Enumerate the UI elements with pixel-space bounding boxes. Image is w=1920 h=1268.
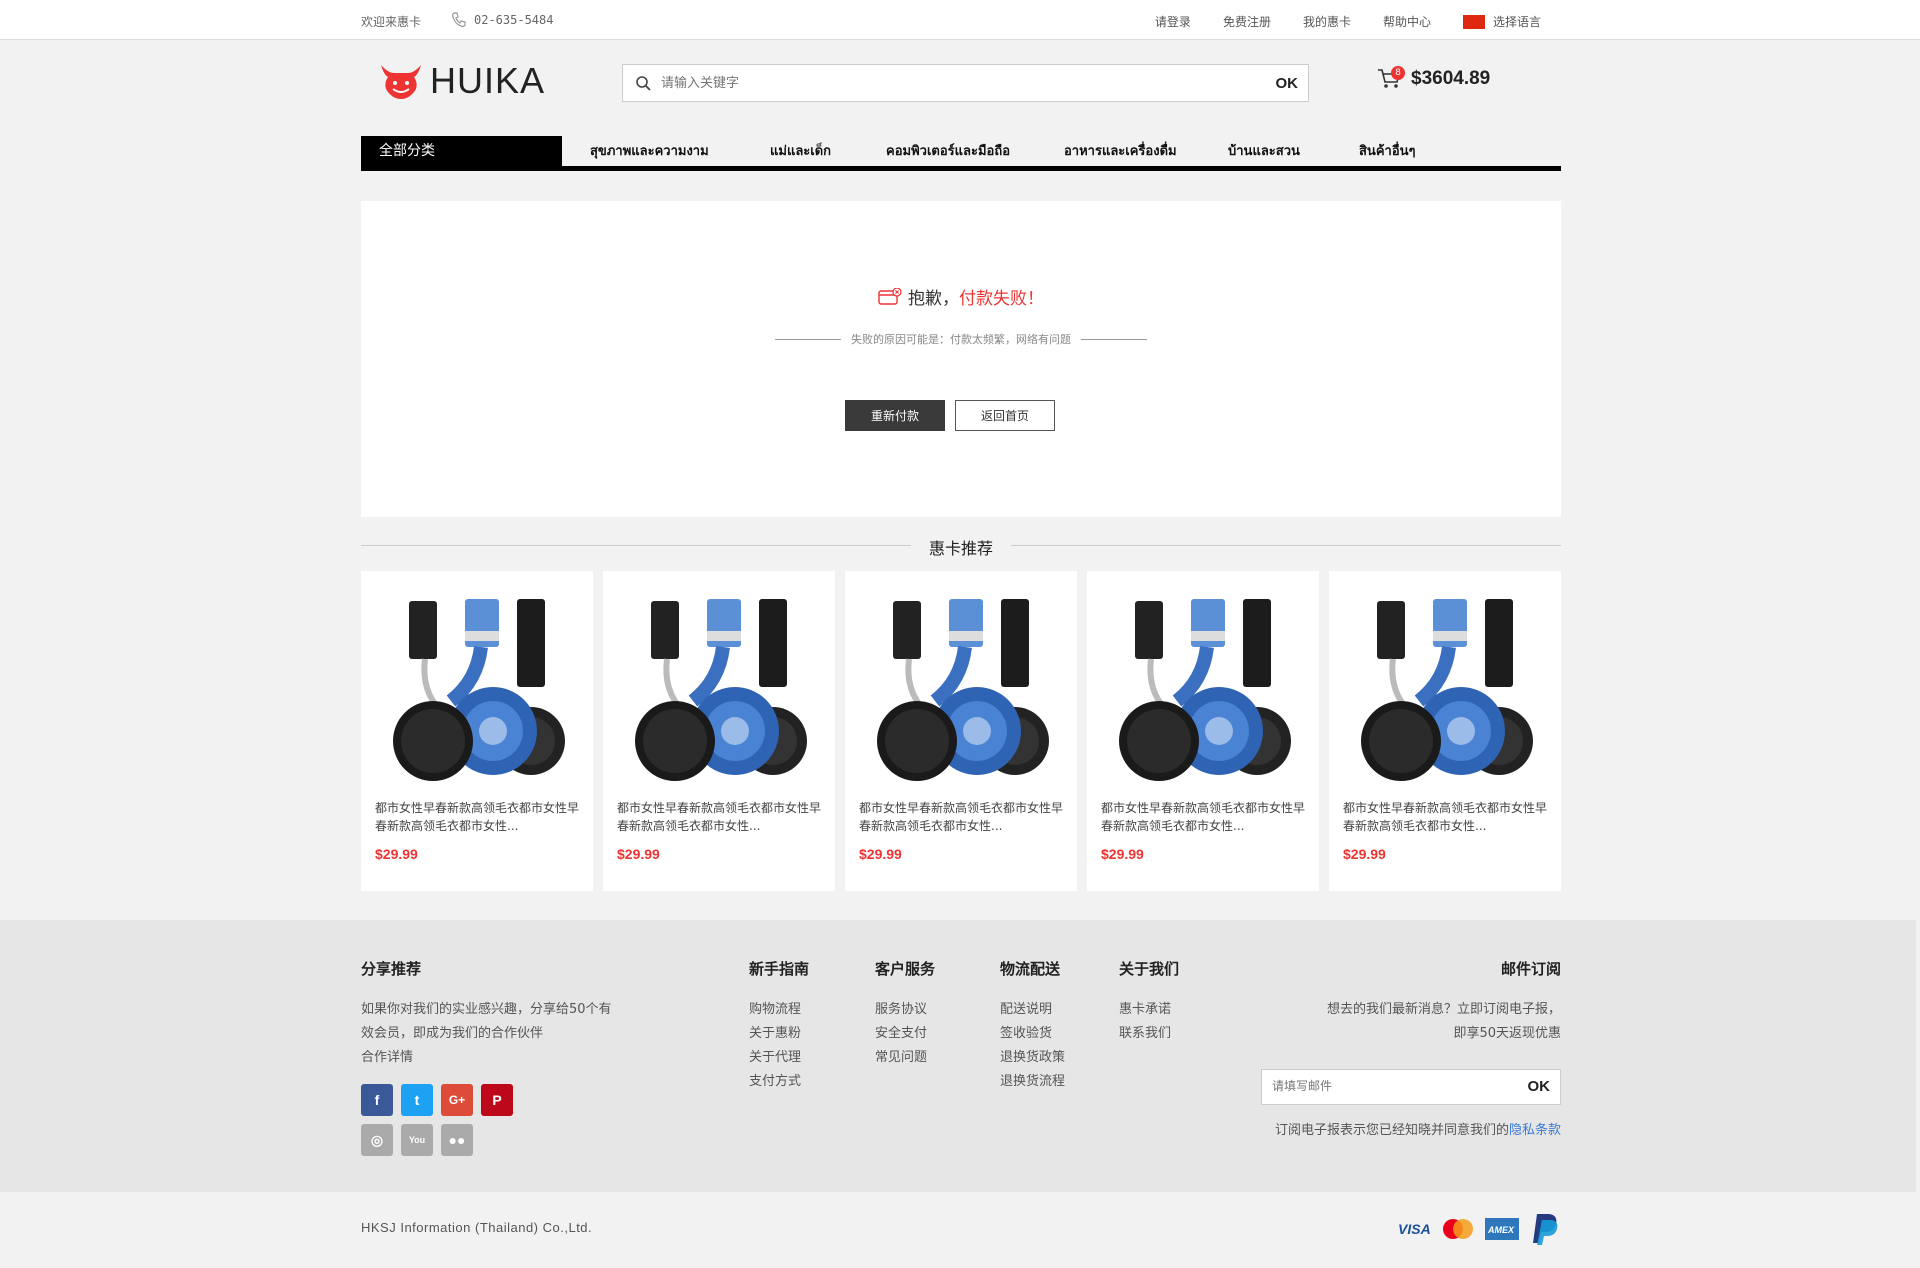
footer-link[interactable]: 签收验货 [1000, 1022, 1065, 1046]
footer-link[interactable]: 配送说明 [1000, 998, 1065, 1022]
return-home-button[interactable]: 返回首页 [955, 400, 1055, 431]
share-description: 如果你对我们的实业感兴趣，分享给50个有效会员，即成为我们的合作伙伴 合作详情 [361, 998, 621, 1070]
footer-link[interactable]: 常见问题 [875, 1046, 927, 1070]
footer-link[interactable]: 退换货流程 [1000, 1070, 1065, 1094]
footer-link[interactable]: 关于惠粉 [749, 1022, 801, 1046]
bottom-bar: HKSJ Information (Thailand) Co.,Ltd. VIS… [0, 1192, 1920, 1268]
google-plus-icon[interactable]: G+ [441, 1084, 473, 1116]
footer-col-title: 新手指南 [749, 960, 810, 978]
footer-col-guide: 购物流程 关于惠粉 关于代理 支付方式 [749, 998, 801, 1094]
headphones-image [635, 599, 807, 781]
payment-result-panel: 抱歉，付款失败！ 失败的原因可能是：付款太频繁，网络有问题 重新付款 返回首页 [361, 201, 1561, 517]
instagram-icon[interactable]: ◎ [361, 1124, 393, 1156]
partner-details-link[interactable]: 合作详情 [361, 1050, 413, 1065]
footer-col-shipping: 配送说明 签收验货 退换货政策 退换货流程 [1000, 998, 1065, 1094]
payment-failed-message: 抱歉，付款失败！ [361, 284, 1561, 309]
failed-text: 付款失败！ [959, 289, 1044, 309]
product-price: $29.99 [617, 846, 660, 862]
svg-text:AMEX: AMEX [1487, 1225, 1515, 1235]
subscribe-note-text: 订阅电子报表示您已经知晓并同意我们的 [1274, 1123, 1509, 1138]
subscribe-form: OK [1261, 1069, 1561, 1105]
email-input[interactable] [1272, 1079, 1512, 1093]
svg-text:VISA: VISA [1398, 1221, 1431, 1237]
youtube-icon[interactable]: You [401, 1124, 433, 1156]
footer-col-title: 关于我们 [1119, 960, 1180, 978]
recommend-section-title: 惠卡推荐 [361, 535, 1561, 559]
amex-icon: AMEX [1485, 1218, 1519, 1240]
paypal-icon [1533, 1214, 1558, 1245]
failure-reason-text: 失败的原因可能是：付款太频繁，网络有问题 [851, 333, 1071, 346]
recommend-title-text: 惠卡推荐 [911, 535, 1011, 559]
facebook-icon[interactable]: f [361, 1084, 393, 1116]
product-price: $29.99 [375, 846, 418, 862]
visa-icon: VISA [1398, 1221, 1431, 1237]
payment-methods: VISA AMEX [1397, 1212, 1561, 1246]
subscribe-button[interactable]: OK [1528, 1078, 1551, 1095]
product-card[interactable]: 都市女性早春新款高领毛衣都市女性早春新款高领毛衣都市女性... $29.99 [845, 571, 1077, 891]
footer-col-about: 惠卡承诺 联系我们 [1119, 998, 1171, 1046]
headphones-image [877, 599, 1049, 781]
flickr-icon[interactable]: ●● [441, 1124, 473, 1156]
product-name[interactable]: 都市女性早春新款高领毛衣都市女性早春新款高领毛衣都市女性... [375, 799, 585, 835]
subscribe-text: 想去的我们最新消息？立即订阅电子报，即享50天返现优惠 [1326, 1002, 1561, 1041]
product-price: $29.99 [1343, 846, 1386, 862]
product-price: $29.99 [859, 846, 902, 862]
recommended-products: 都市女性早春新款高领毛衣都市女性早春新款高领毛衣都市女性... $29.99 都市女… [361, 571, 1561, 891]
footer-col-title: 客户服务 [875, 960, 936, 978]
product-card[interactable]: 都市女性早春新款高领毛衣都市女性早春新款高领毛衣都市女性... $29.99 [1087, 571, 1319, 891]
divider [775, 338, 841, 340]
product-name[interactable]: 都市女性早春新款高领毛衣都市女性早春新款高领毛衣都市女性... [617, 799, 827, 835]
footer-link[interactable]: 服务协议 [875, 998, 927, 1022]
privacy-policy-link[interactable]: 隐私条款 [1509, 1123, 1561, 1138]
divider [1081, 338, 1147, 340]
product-name[interactable]: 都市女性早春新款高领毛衣都市女性早春新款高领毛衣都市女性... [1343, 799, 1553, 835]
footer-link[interactable]: 联系我们 [1119, 1022, 1171, 1046]
footer-link[interactable]: 安全支付 [875, 1022, 927, 1046]
subscribe-title: 邮件订阅 [1500, 960, 1561, 978]
product-card[interactable]: 都市女性早春新款高领毛衣都市女性早春新款高领毛衣都市女性... $29.99 [1329, 571, 1561, 891]
card-error-icon [878, 287, 902, 305]
footer-link[interactable]: 关于代理 [749, 1046, 801, 1070]
subscribe-note: 订阅电子报表示您已经知晓并同意我们的隐私条款 [1275, 1119, 1561, 1138]
headphones-image [1361, 599, 1533, 781]
product-card[interactable]: 都市女性早春新款高领毛衣都市女性早春新款高领毛衣都市女性... $29.99 [361, 571, 593, 891]
main-content: 抱歉，付款失败！ 失败的原因可能是：付款太频繁，网络有问题 重新付款 返回首页 … [361, 0, 1561, 900]
mastercard-icon [1443, 1219, 1473, 1239]
product-name[interactable]: 都市女性早春新款高领毛衣都市女性早春新款高领毛衣都市女性... [859, 799, 1069, 835]
footer: 分享推荐 如果你对我们的实业感兴趣，分享给50个有效会员，即成为我们的合作伙伴 … [0, 920, 1916, 1192]
sorry-text: 抱歉， [908, 289, 959, 309]
headphones-image [393, 599, 565, 781]
headphones-image [1119, 599, 1291, 781]
footer-col-service: 服务协议 安全支付 常见问题 [875, 998, 927, 1070]
product-name[interactable]: 都市女性早春新款高领毛衣都市女性早春新款高领毛衣都市女性... [1101, 799, 1311, 835]
footer-link[interactable]: 支付方式 [749, 1070, 801, 1094]
footer-link[interactable]: 惠卡承诺 [1119, 998, 1171, 1022]
footer-col-title: 物流配送 [1000, 960, 1061, 978]
footer-link[interactable]: 退换货政策 [1000, 1046, 1065, 1070]
product-price: $29.99 [1101, 846, 1144, 862]
product-card[interactable]: 都市女性早春新款高领毛衣都市女性早春新款高领毛衣都市女性... $29.99 [603, 571, 835, 891]
footer-link[interactable]: 购物流程 [749, 998, 801, 1022]
retry-payment-button[interactable]: 重新付款 [845, 400, 945, 431]
pinterest-icon[interactable]: P [481, 1084, 513, 1116]
share-title: 分享推荐 [361, 960, 422, 978]
copyright: HKSJ Information (Thailand) Co.,Ltd. [361, 1220, 593, 1235]
failure-reason: 失败的原因可能是：付款太频繁，网络有问题 [775, 331, 1147, 347]
share-text: 如果你对我们的实业感兴趣，分享给50个有效会员，即成为我们的合作伙伴 [361, 1002, 612, 1041]
twitter-icon[interactable]: t [401, 1084, 433, 1116]
